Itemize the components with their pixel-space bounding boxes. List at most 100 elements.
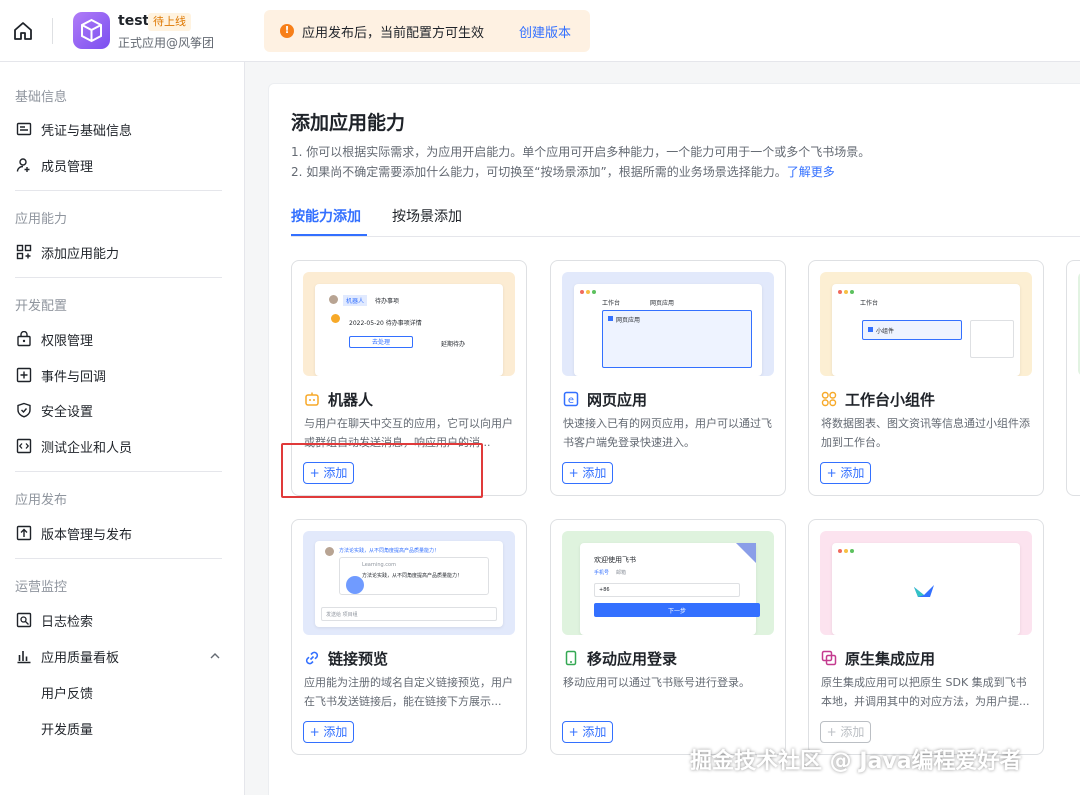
learn-more-link[interactable]: 了解更多 [787, 165, 835, 179]
card-title: 机器人 [328, 391, 374, 409]
avatar [325, 547, 334, 556]
sidebar-item-permissions[interactable]: 权限管理 [0, 322, 244, 356]
sidebar-item-label: 添加应用能力 [41, 247, 120, 262]
sidebar-subitem-feedback[interactable]: 用户反馈 [41, 683, 93, 702]
divider [15, 190, 222, 191]
mock-bot-chat: 机器人 待办事项 2022-05-20 待办事项详情 去处理 延期待办 [315, 284, 503, 376]
login-tab-phone: 手机号 [594, 570, 610, 576]
message-input-box: 发送给 项目组 [321, 607, 497, 621]
app-status-badge: 待上线 [148, 13, 191, 31]
card-title: 移动应用登录 [587, 650, 678, 668]
tab-active-indicator [291, 234, 367, 236]
sidebar-item-label: 凭证与基础信息 [41, 124, 133, 139]
widget-label: 小组件 [876, 328, 895, 335]
link-preview-image [346, 576, 364, 594]
sidebar-subitem-dev-quality[interactable]: 开发质量 [41, 719, 93, 738]
card-cover: 工作台 小组件 [820, 272, 1032, 376]
mobile-icon [565, 650, 577, 666]
divider [15, 558, 222, 559]
tab-divider [291, 236, 1080, 237]
web-app-icon: e [563, 391, 579, 407]
widget-icon [821, 391, 837, 407]
link-preview-box: Learning.com 方法论实践，从不同角度提高产品质量能力！ [339, 557, 489, 595]
sidebar-item-events[interactable]: 事件与回调 [0, 358, 244, 392]
web-tab-webapp: 网页应用 [650, 300, 675, 307]
sidebar-item-add-capability[interactable]: 添加应用能力 [0, 235, 244, 269]
mock-login-window: 欢迎使用飞书 手机号 邮箱 +86 下一步 [580, 543, 760, 635]
mock-web-window: 工作台 网页应用 网页应用 [574, 284, 762, 376]
widget-box-icon [868, 327, 873, 332]
login-next-label: 下一步 [668, 608, 687, 615]
user-add-icon [16, 158, 30, 172]
divider [15, 277, 222, 278]
add-web-app-button[interactable]: + 添加 [562, 462, 613, 484]
country-code: +86 [599, 587, 610, 593]
web-tab-workbench: 工作台 [602, 300, 621, 307]
sidebar-item-versions[interactable]: 版本管理与发布 [0, 516, 244, 550]
add-robot-button[interactable]: + 添加 [303, 462, 354, 484]
sidebar-item-label: 日志检索 [41, 615, 94, 630]
card-cover: 工作台 网页应用 网页应用 [562, 272, 774, 376]
sidebar-item-members[interactable]: 成员管理 [0, 148, 244, 182]
sidebar-item-credentials[interactable]: 凭证与基础信息 [0, 112, 244, 146]
description-line-2: 2. 如果尚不确定需要添加什么能力，可切换至“按场景添加”，根据所需的业务场景选… [291, 165, 835, 179]
login-welcome: 欢迎使用飞书 [594, 556, 636, 564]
bot-date: 2022-05-20 待办事项详情 [349, 320, 422, 327]
sidebar-item-test-tenant[interactable]: 测试企业和人员 [0, 429, 244, 463]
section-title-capability: 应用能力 [15, 212, 68, 227]
header-divider [52, 18, 53, 44]
section-title-basic: 基础信息 [15, 90, 68, 105]
capability-card-native-app: 原生集成应用 原生集成应用可以把原生 SDK 集成到飞书本地，并调用其中的对应方… [808, 519, 1044, 755]
publish-notice: ! 应用发布后，当前配置方可生效 创建版本 [264, 10, 590, 52]
tab-by-scenario[interactable]: 按场景添加 [392, 206, 462, 226]
link-message: 方法论实践，从不同角度提高产品质量能力！ [339, 548, 440, 554]
add-link-preview-button[interactable]: + 添加 [303, 721, 354, 743]
window-dot [850, 549, 854, 553]
sidebar-item-logs[interactable]: 日志检索 [0, 603, 244, 637]
sidebar-item-quality[interactable]: 应用质量看板 [0, 639, 244, 673]
app-logo [73, 12, 110, 49]
card-cover: 欢迎使用飞书 手机号 邮箱 +86 下一步 [562, 531, 774, 635]
native-app-icon [821, 650, 837, 666]
window-dot [580, 290, 584, 294]
login-next-button: 下一步 [594, 603, 760, 617]
card-description: 原生集成应用可以把原生 SDK 集成到飞书本地，并调用其中的对应方法，为用户提.… [821, 676, 1030, 708]
link-title: 方法论实践，从不同角度提高产品质量能力！ [362, 573, 463, 579]
add-widget-button[interactable]: + 添加 [820, 462, 871, 484]
mock-link-chat: 方法论实践，从不同角度提高产品质量能力！ Learning.com 方法论实践，… [315, 541, 503, 627]
mock-native-window [832, 543, 1020, 635]
sidebar-item-label: 测试企业和人员 [41, 441, 133, 456]
top-header: test 待上线 正式应用@风筝团 ! 应用发布后，当前配置方可生效 创建版本 [0, 0, 1080, 62]
widget-tab: 工作台 [860, 300, 879, 307]
app-name: test [118, 13, 150, 29]
link-site: Learning.com [362, 562, 396, 568]
lock-icon [17, 331, 31, 347]
card-description: 与用户在聊天中交互的应用，它可以向用户或群组自动发送消息，响应用户的消... [304, 417, 513, 449]
add-mobile-login-button[interactable]: + 添加 [562, 721, 613, 743]
robot-icon [305, 392, 319, 406]
section-title-dev: 开发配置 [15, 299, 68, 314]
tab-by-capability[interactable]: 按能力添加 [291, 206, 361, 226]
create-version-link[interactable]: 创建版本 [519, 22, 571, 41]
sidebar-item-security[interactable]: 安全设置 [0, 393, 244, 427]
card-description: 应用能为注册的域名自定义链接预览，用户在飞书发送链接后，能在链接下方展示... [304, 676, 513, 708]
login-tab-email: 邮箱 [616, 570, 627, 576]
chevron-up-icon[interactable] [209, 651, 221, 661]
section-title-monitor: 运营监控 [15, 580, 68, 595]
card-title: 链接预览 [328, 650, 389, 668]
page-title: 添加应用能力 [291, 112, 406, 134]
capability-card-link-preview: 方法论实践，从不同角度提高产品质量能力！ Learning.com 方法论实践，… [291, 519, 527, 755]
web-app-icon-small [608, 316, 613, 321]
add-native-app-button[interactable]: + 添加 [820, 721, 871, 743]
watermark: 掘金技术社区 @ Java编程爱好者 [690, 749, 1022, 774]
avatar [329, 295, 338, 304]
widget-placeholder [970, 320, 1014, 358]
card-title: 网页应用 [587, 391, 648, 409]
bot-avatar-icon [331, 314, 340, 323]
sidebar-item-label: 权限管理 [41, 334, 94, 349]
card-description: 将数据图表、图文资讯等信息通过小组件添加到工作台。 [821, 417, 1030, 449]
shield-icon [17, 402, 31, 418]
home-icon[interactable] [10, 18, 36, 44]
sidebar-item-label: 版本管理与发布 [41, 528, 133, 543]
bot-todo: 待办事项 [375, 298, 400, 305]
